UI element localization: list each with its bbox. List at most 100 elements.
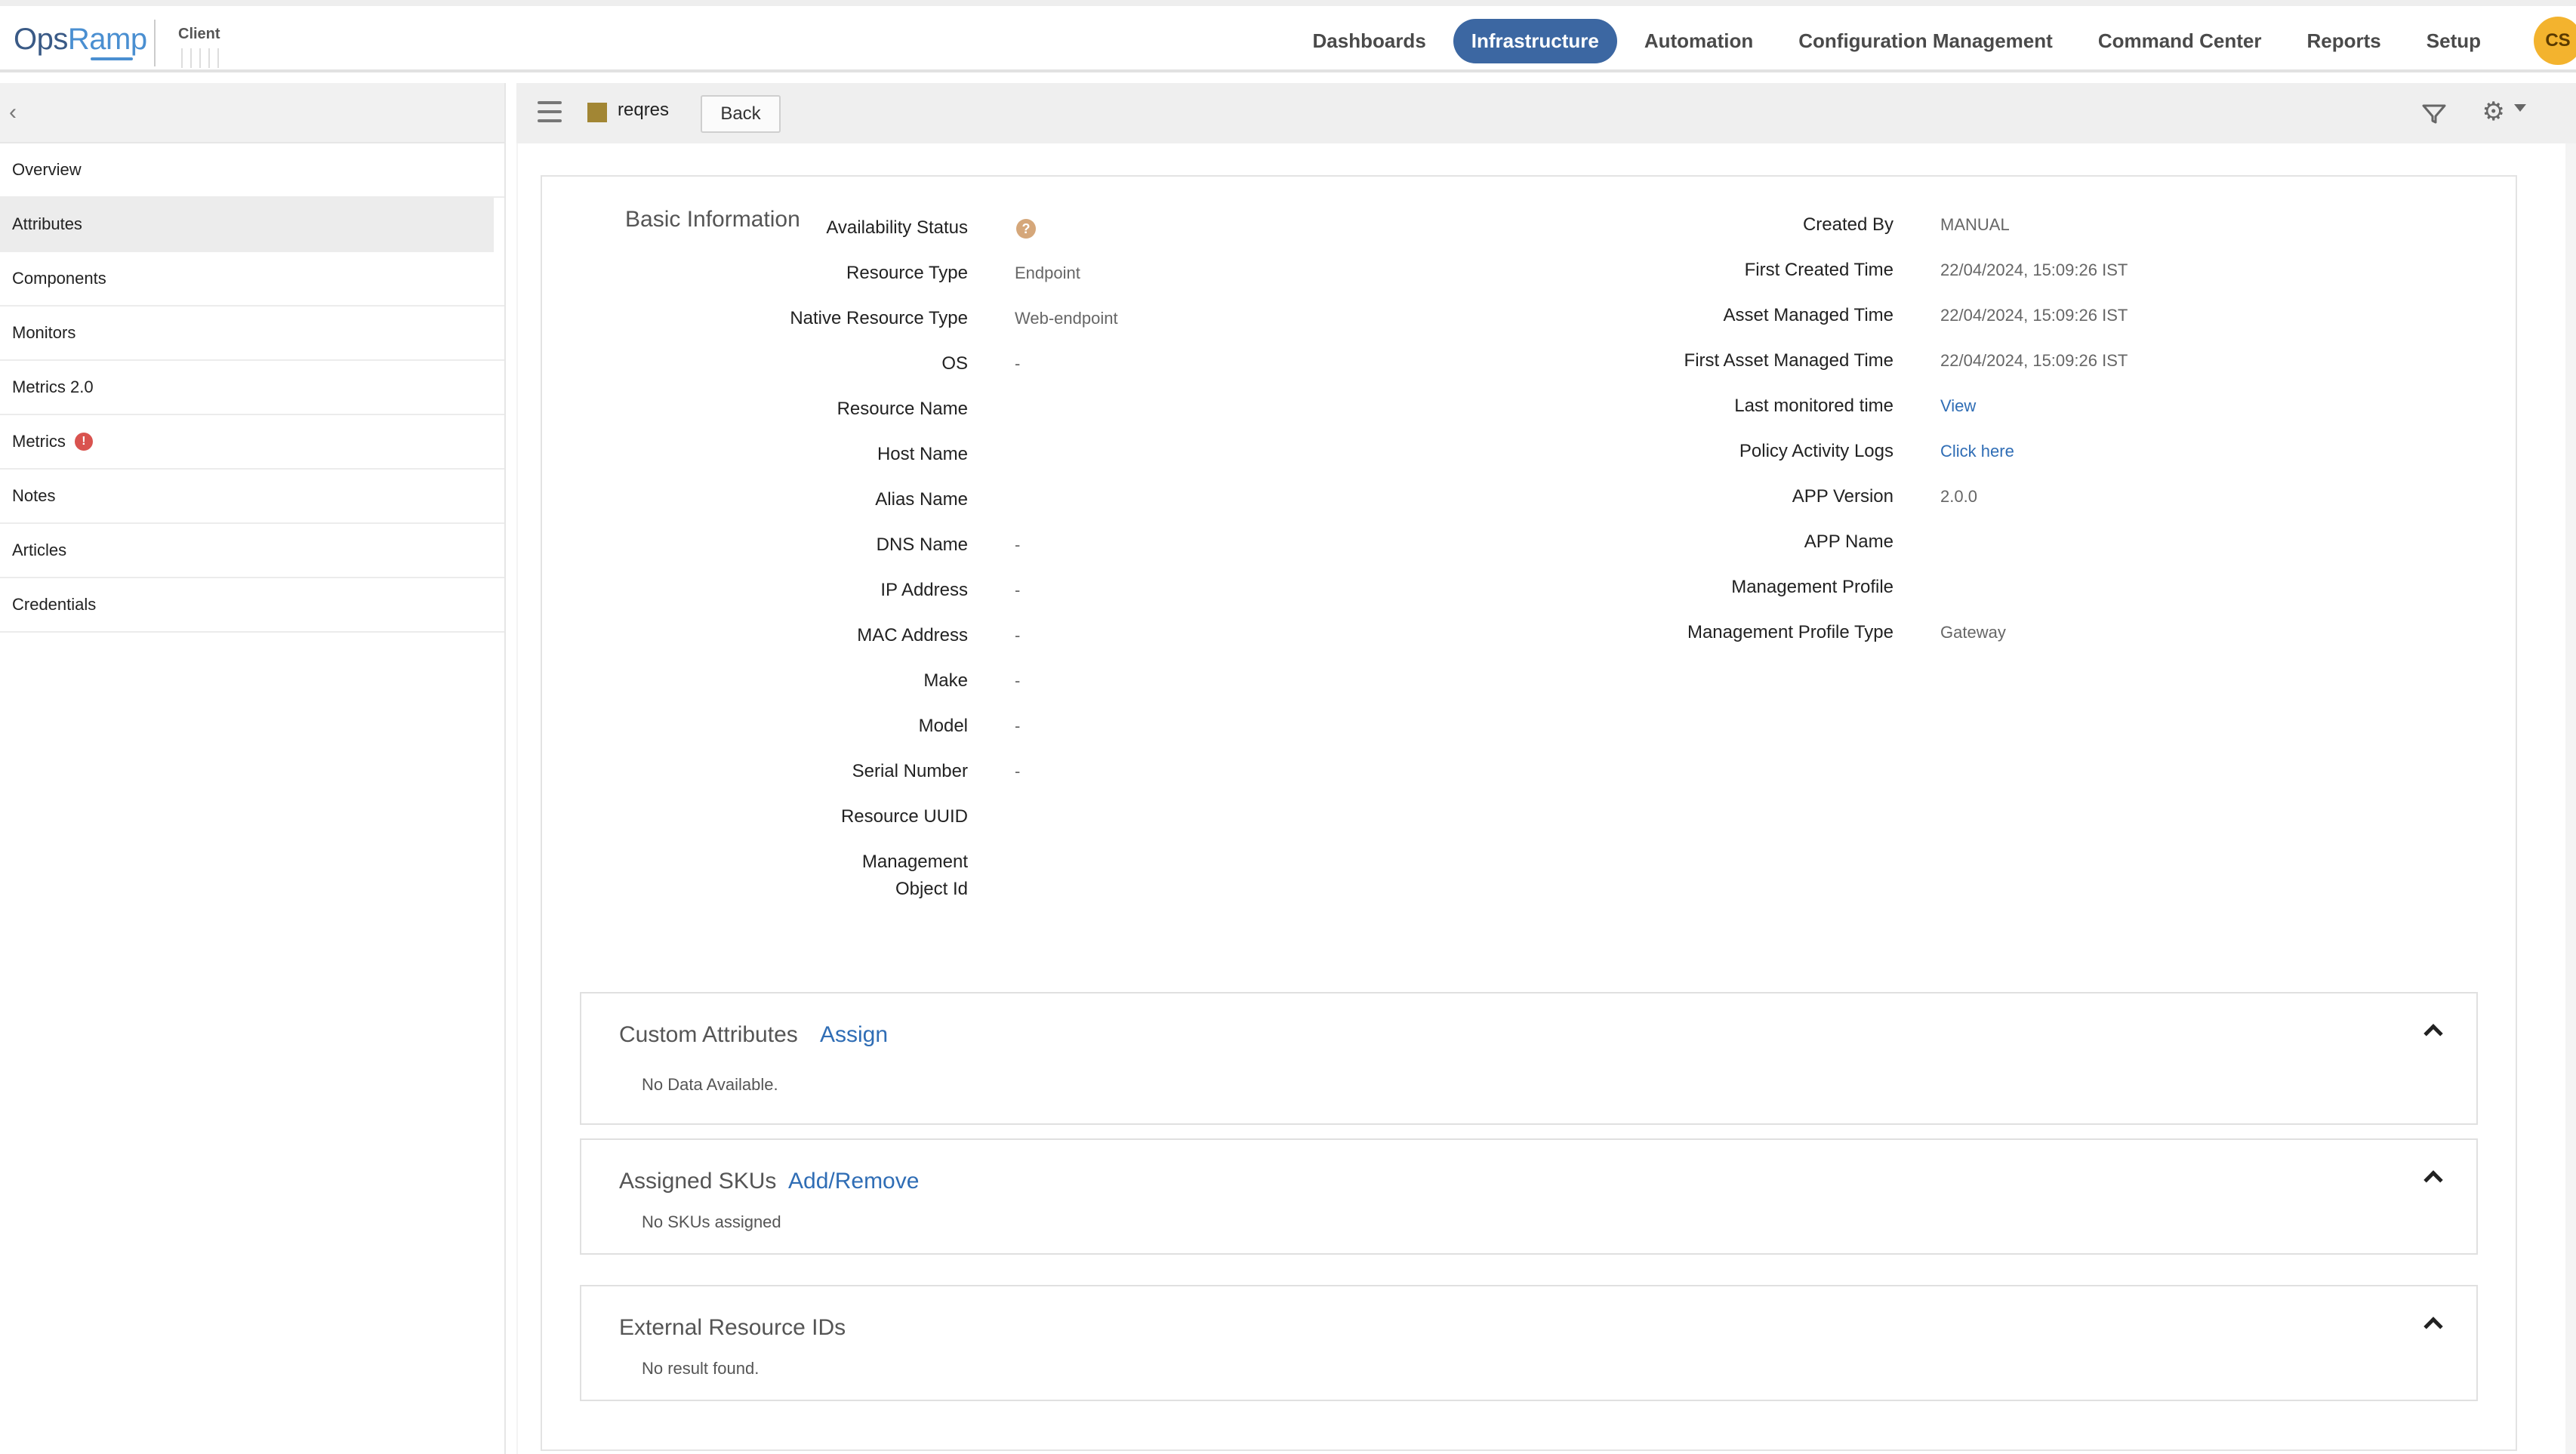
logo-text-ramp: Ramp bbox=[67, 23, 147, 56]
value-asset-managed-time: 22/04/2024, 15:09:26 IST bbox=[1940, 306, 2128, 325]
label-object-id: Object Id bbox=[895, 879, 968, 899]
nav-configuration-management[interactable]: Configuration Management bbox=[1780, 19, 2071, 63]
label-alias-name: Alias Name bbox=[875, 489, 968, 510]
label-native-resource-type: Native Resource Type bbox=[790, 308, 968, 328]
value-native-resource-type: Web-endpoint bbox=[1015, 309, 1118, 328]
label-management: Management bbox=[861, 852, 968, 872]
sidebar-item-label: Monitors bbox=[12, 323, 76, 342]
opsramp-logo[interactable]: OpsRamp bbox=[14, 23, 147, 57]
label-availability-status: Availability Status bbox=[826, 217, 968, 238]
sidebar-item-label: Notes bbox=[12, 486, 56, 505]
label-host-name: Host Name bbox=[877, 444, 968, 464]
value-app-version: 2.0.0 bbox=[1940, 487, 1977, 506]
client-selector[interactable] bbox=[181, 48, 223, 68]
value-make: - bbox=[1015, 671, 1021, 690]
resource-name: reqres bbox=[618, 100, 670, 120]
label-first-asset-managed-time: First Asset Managed Time bbox=[1684, 350, 1893, 371]
label-make: Make bbox=[923, 670, 968, 691]
label-asset-managed-time: Asset Managed Time bbox=[1723, 305, 1893, 325]
value-first-created-time: 22/04/2024, 15:09:26 IST bbox=[1940, 260, 2128, 279]
sidebar-item-label: Credentials bbox=[12, 595, 97, 614]
main-area: reqres Back ⚙ Basic Information Availabi… bbox=[516, 83, 2576, 1454]
nav-command-center[interactable]: Command Center bbox=[2080, 19, 2280, 63]
assigned-skus-panel: Assigned SKUs Add/Remove No SKUs assigne… bbox=[580, 1138, 2478, 1255]
external-resource-ids-panel: External Resource IDs No result found. bbox=[580, 1285, 2478, 1401]
label-dns-name: DNS Name bbox=[876, 534, 968, 555]
label-first-created-time: First Created Time bbox=[1744, 260, 1893, 280]
value-ip-address: - bbox=[1015, 581, 1021, 599]
sidebar-item-label: Metrics 2.0 bbox=[12, 377, 94, 396]
custom-attributes-title: Custom Attributes bbox=[619, 1022, 798, 1047]
filter-icon[interactable] bbox=[2420, 100, 2448, 127]
external-resource-ids-title: External Resource IDs bbox=[619, 1315, 846, 1340]
value-management-profile-type: Gateway bbox=[1940, 623, 2006, 642]
sidebar-item-credentials[interactable]: Credentials bbox=[0, 578, 504, 633]
sidebar-item-metrics-2[interactable]: Metrics 2.0 bbox=[0, 361, 504, 415]
nav-automation[interactable]: Automation bbox=[1626, 19, 1771, 63]
resource-sidebar: ‹ Overview Attributes Components Monitor… bbox=[0, 83, 506, 1454]
basic-information-title: Basic Information bbox=[625, 207, 800, 232]
sidebar-item-label: Attributes bbox=[12, 214, 82, 233]
label-management-profile-type: Management Profile Type bbox=[1687, 622, 1893, 642]
sidebar-item-notes[interactable]: Notes bbox=[0, 470, 504, 524]
view-link[interactable]: View bbox=[1940, 393, 1976, 420]
value-os: - bbox=[1015, 354, 1021, 373]
sidebar-item-label: Components bbox=[12, 269, 106, 288]
sidebar-item-label: Metrics bbox=[12, 432, 66, 451]
nav-infrastructure[interactable]: Infrastructure bbox=[1453, 18, 1617, 63]
custom-attributes-panel: Custom Attributes Assign No Data Availab… bbox=[580, 992, 2478, 1125]
nav-dashboards[interactable]: Dashboards bbox=[1295, 19, 1444, 63]
top-navbar: OpsRamp Client Dashboards Infrastructure… bbox=[0, 0, 2576, 72]
label-app-version: APP Version bbox=[1792, 486, 1893, 507]
label-policy-activity-logs: Policy Activity Logs bbox=[1739, 441, 1893, 461]
label-mac-address: MAC Address bbox=[857, 625, 968, 645]
sidebar-item-overview[interactable]: Overview bbox=[0, 143, 504, 198]
sidebar-item-monitors[interactable]: Monitors bbox=[0, 307, 504, 361]
label-management-profile: Management Profile bbox=[1731, 577, 1893, 597]
attributes-card: Basic Information Availability Status ? … bbox=[541, 175, 2517, 1451]
assigned-skus-title: Assigned SKUs bbox=[619, 1169, 777, 1194]
sidebar-item-components[interactable]: Components bbox=[0, 252, 504, 307]
sidebar-item-metrics[interactable]: Metrics! bbox=[0, 415, 504, 470]
label-serial-number: Serial Number bbox=[852, 761, 968, 781]
assign-link[interactable]: Assign bbox=[820, 1022, 888, 1048]
add-remove-link[interactable]: Add/Remove bbox=[788, 1169, 919, 1194]
sidebar-item-articles[interactable]: Articles bbox=[0, 524, 504, 578]
user-avatar[interactable]: CS bbox=[2534, 17, 2576, 65]
main-nav: Dashboards Infrastructure Automation Con… bbox=[1290, 6, 2576, 75]
click-here-link[interactable]: Click here bbox=[1940, 438, 2014, 465]
chevron-up-icon[interactable] bbox=[2423, 1024, 2443, 1043]
resource-toolbar: reqres Back ⚙ bbox=[516, 83, 2576, 143]
value-serial-number: - bbox=[1015, 762, 1021, 781]
logo-text-ops: Ops bbox=[14, 23, 68, 56]
chevron-up-icon[interactable] bbox=[2423, 1317, 2443, 1336]
external-resource-ids-empty: No result found. bbox=[642, 1359, 760, 1378]
hamburger-menu-icon[interactable] bbox=[538, 101, 562, 122]
label-model: Model bbox=[918, 716, 968, 736]
label-os: OS bbox=[941, 353, 968, 374]
value-resource-type: Endpoint bbox=[1015, 263, 1080, 282]
nav-setup[interactable]: Setup bbox=[2408, 19, 2499, 63]
gear-icon[interactable]: ⚙ bbox=[2482, 98, 2505, 125]
collapse-chevron-left-icon[interactable]: ‹ bbox=[9, 100, 17, 125]
help-icon[interactable]: ? bbox=[1016, 219, 1036, 239]
sidebar-item-label: Overview bbox=[12, 160, 82, 179]
sidebar-header: ‹ bbox=[0, 83, 504, 143]
attributes-content: Basic Information Availability Status ? … bbox=[518, 143, 2565, 1454]
resource-type-icon bbox=[587, 103, 607, 122]
sidebar-item-attributes[interactable]: Attributes bbox=[0, 198, 494, 252]
nav-reports[interactable]: Reports bbox=[2289, 19, 2399, 63]
custom-attributes-empty: No Data Available. bbox=[642, 1075, 778, 1094]
caret-down-icon[interactable] bbox=[2514, 104, 2526, 112]
chevron-up-icon[interactable] bbox=[2423, 1170, 2443, 1190]
alert-icon: ! bbox=[74, 433, 93, 451]
logo-divider bbox=[154, 20, 156, 66]
value-mac-address: - bbox=[1015, 626, 1021, 645]
back-button[interactable]: Back bbox=[701, 95, 781, 133]
value-created-by: MANUAL bbox=[1940, 215, 2010, 234]
label-app-name: APP Name bbox=[1804, 531, 1893, 552]
label-created-by: Created By bbox=[1802, 214, 1893, 235]
assigned-skus-empty: No SKUs assigned bbox=[642, 1212, 781, 1231]
label-resource-name: Resource Name bbox=[837, 399, 968, 419]
client-label: Client bbox=[178, 26, 220, 42]
